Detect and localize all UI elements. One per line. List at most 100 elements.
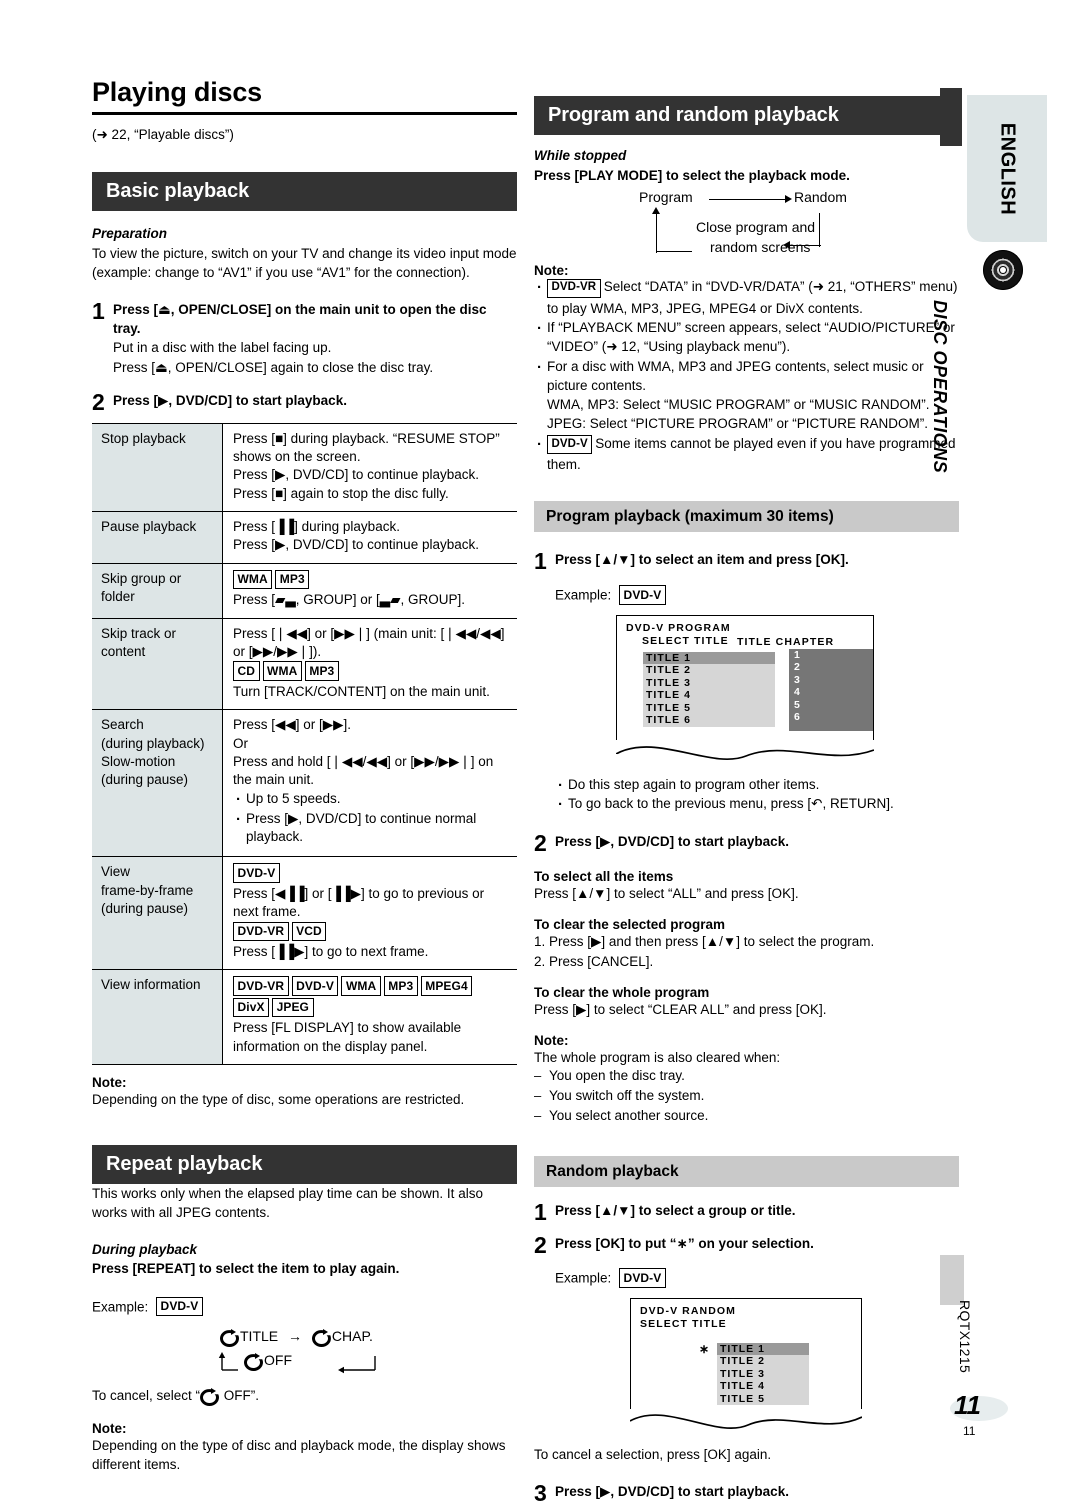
osd-title-row: TITLE 6	[643, 714, 775, 727]
media-tag-wma: WMA	[233, 569, 273, 590]
step1-line3: Press [⏏, OPEN/CLOSE] again to close the…	[113, 359, 434, 375]
select-all-text: Press [▲/▼] to select “ALL” and press [O…	[534, 886, 799, 902]
random-step-1: 1 Press [▲/▼] to select a group or title…	[534, 1200, 959, 1224]
row-label: Skip track or content	[92, 617, 223, 710]
line: Press [FL DISPLAY] to show available inf…	[233, 1020, 462, 1054]
line: Press [◀◀] or [▶▶].	[233, 717, 352, 733]
note-text: Depending on the type of disc and playba…	[92, 1438, 506, 1473]
osd-chapter-row: 1	[794, 648, 800, 661]
random-step-3: 3 Press [▶, DVD/CD] to start playback.	[534, 1482, 959, 1505]
flow-line-left-horizontal	[656, 251, 692, 253]
preparation-label: Preparation	[92, 225, 168, 241]
row-label: Pause playback	[92, 511, 223, 564]
media-tag-dvd-v: DVD-V	[547, 435, 593, 455]
table-row: View frame-by-frame (during pause) DVD-V…	[92, 856, 517, 970]
media-tag-vcd: VCD	[291, 921, 327, 941]
osd-right-header: TITLE CHAPTER	[737, 635, 835, 648]
program-random-notes: DVD-VRSelect “DATA” in “DVD-VR/DATA” (➜ …	[534, 277, 959, 475]
clear-conditions-list: You open the disc tray. You switch off t…	[534, 1067, 959, 1126]
osd-title-row: TITLE 2	[717, 1355, 809, 1368]
cancel-post: OFF”.	[220, 1388, 260, 1404]
list-item: For a disc with WMA, MP3 and JPEG conten…	[534, 357, 959, 434]
line: Press [■] during playback. “RESUME STOP”…	[233, 430, 500, 464]
row-label: Search (during playback) Slow-motion (du…	[92, 709, 223, 857]
language-tab: ENGLISH	[967, 95, 1047, 242]
osd-chapter-row: 6	[794, 711, 800, 724]
preparation-text: To view the picture, switch on your TV a…	[92, 245, 517, 280]
osd-title-row: TITLE 4	[717, 1380, 809, 1393]
osd-random-screen-wrap: DVD-V RANDOM SELECT TITLE ∗ TITLE 1 TITL…	[630, 1297, 862, 1443]
osd-title: DVD-V RANDOM	[640, 1304, 737, 1317]
media-tag-jpeg: JPEG	[272, 997, 314, 1018]
osd-title-row: TITLE 5	[643, 701, 775, 715]
section-header-repeat-playback: Repeat playback	[92, 1145, 517, 1185]
row-label: Skip group or folder	[92, 562, 223, 619]
step-text: Press [OK] to put “∗” on your selection.	[555, 1235, 814, 1251]
media-tag-cd: CD	[233, 661, 260, 681]
line: Press [▶, DVD/CD] to continue playback.	[233, 537, 479, 553]
list-item: You select another source.	[534, 1107, 959, 1126]
cycle-row-top: TITLE → CHAP.	[220, 1328, 373, 1344]
osd-title-row: TITLE 4	[643, 689, 775, 702]
row-label: View frame-by-frame (during pause)	[92, 856, 223, 970]
step-1-open-tray: 1 Press [⏏, OPEN/CLOSE] on the main unit…	[92, 300, 517, 377]
manual-page: Playing discs (➜ 22, “Playable discs”) B…	[0, 0, 1080, 1504]
note-text: Depending on the type of disc, some oper…	[92, 1092, 465, 1108]
page-number: 11	[954, 1390, 981, 1420]
section-tab-label: DISC OPERATIONS	[930, 300, 950, 474]
flow-line-left-vertical	[656, 213, 658, 254]
osd-title-row-selected: TITLE 1	[717, 1342, 809, 1356]
osd-title-row: TITLE 3	[643, 676, 775, 690]
disc-icon	[983, 250, 1023, 290]
list-item: Up to 5 speeds.	[233, 789, 509, 810]
repeat-example-row: Example: DVD-V	[92, 1296, 517, 1319]
note-body: Some items cannot be played even if you …	[547, 435, 956, 473]
line: Press [◀▐▐] or [▐▐▶] to go to previous o…	[233, 885, 485, 920]
step-number: 3	[534, 1480, 547, 1506]
media-tag-wma: WMA	[341, 976, 381, 996]
during-playback-label: During playback	[92, 1241, 198, 1257]
list-item: To go back to the previous menu, press […	[555, 794, 959, 815]
table-row: Skip group or folder WMA MP3 Press [▰▃, GR…	[92, 562, 517, 619]
section-header-basic-playback: Basic playback	[92, 171, 517, 211]
table-row: Skip track or content Press [❘◀◀] or [▶▶❘…	[92, 617, 517, 710]
note-label: Note:	[92, 1075, 127, 1091]
kl: (during playback)	[101, 735, 205, 751]
row-value: Press [▐▐] during playback. Press [▶, DV…	[222, 511, 517, 564]
random-example-row: Example: DVD-V	[555, 1268, 959, 1290]
line: Press [■] again to stop the disc fully.	[233, 485, 449, 501]
media-tag-mp3: MP3	[383, 976, 418, 996]
step1-bold-text: Press [⏏, OPEN/CLOSE] on the main unit t…	[113, 302, 487, 337]
left-column: Playing discs (➜ 22, “Playable discs”) B…	[92, 77, 517, 1474]
repeat-cancel-line: To cancel, select “ OFF”.	[92, 1388, 517, 1403]
note-label: Note:	[534, 1032, 569, 1048]
while-stopped-label: While stopped	[534, 148, 627, 163]
row-label: Stop playback	[92, 422, 223, 512]
row-label: View information	[92, 969, 223, 1066]
note-label: Note:	[534, 263, 569, 279]
cycle-arrow: →	[288, 1328, 303, 1345]
page-number-small: 11	[963, 1424, 976, 1438]
subsection-header-random-playback: Random playback	[534, 1155, 959, 1187]
note-body: Select “DATA” in “DVD-VR/DATA” (➜ 21, “O…	[547, 279, 958, 316]
step1-line2: Put in a disc with the label facing up.	[113, 340, 332, 356]
list-item: DVD-VSome items cannot be played even if…	[534, 434, 959, 475]
flow-line-horizontal	[709, 199, 787, 201]
clear-whole-label: To clear the whole program	[534, 984, 710, 1000]
list-item: Do this step again to program other item…	[555, 775, 959, 796]
list-item: Press [▶, DVD/CD] to continue normal pla…	[233, 809, 509, 848]
repeat-loop-icon	[200, 1388, 217, 1402]
line: Or	[233, 735, 248, 751]
osd-title-row: TITLE 3	[717, 1367, 809, 1381]
table-row: View information DVD-VR DVD-V WMA MP3 MPEG4 …	[92, 969, 517, 1066]
line: Press [▐▐▶] to go to next frame.	[233, 944, 429, 959]
repeat-loop-icon	[220, 1329, 237, 1343]
osd-chapter-row: 2	[794, 661, 800, 674]
note-intro: The whole program is also cleared when:	[534, 1049, 781, 1065]
random-cancel-text: To cancel a selection, press [OK] again.	[534, 1446, 772, 1462]
random-step-2: 2 Press [OK] to put “∗” on your selectio…	[534, 1233, 959, 1257]
osd-subtitle: SELECT TITLE	[640, 1318, 727, 1330]
sidebar-grey-block	[940, 1255, 964, 1305]
line: Press [▐▐] during playback.	[233, 519, 400, 535]
clear-selected-line-2: 2. Press [CANCEL].	[534, 953, 654, 969]
